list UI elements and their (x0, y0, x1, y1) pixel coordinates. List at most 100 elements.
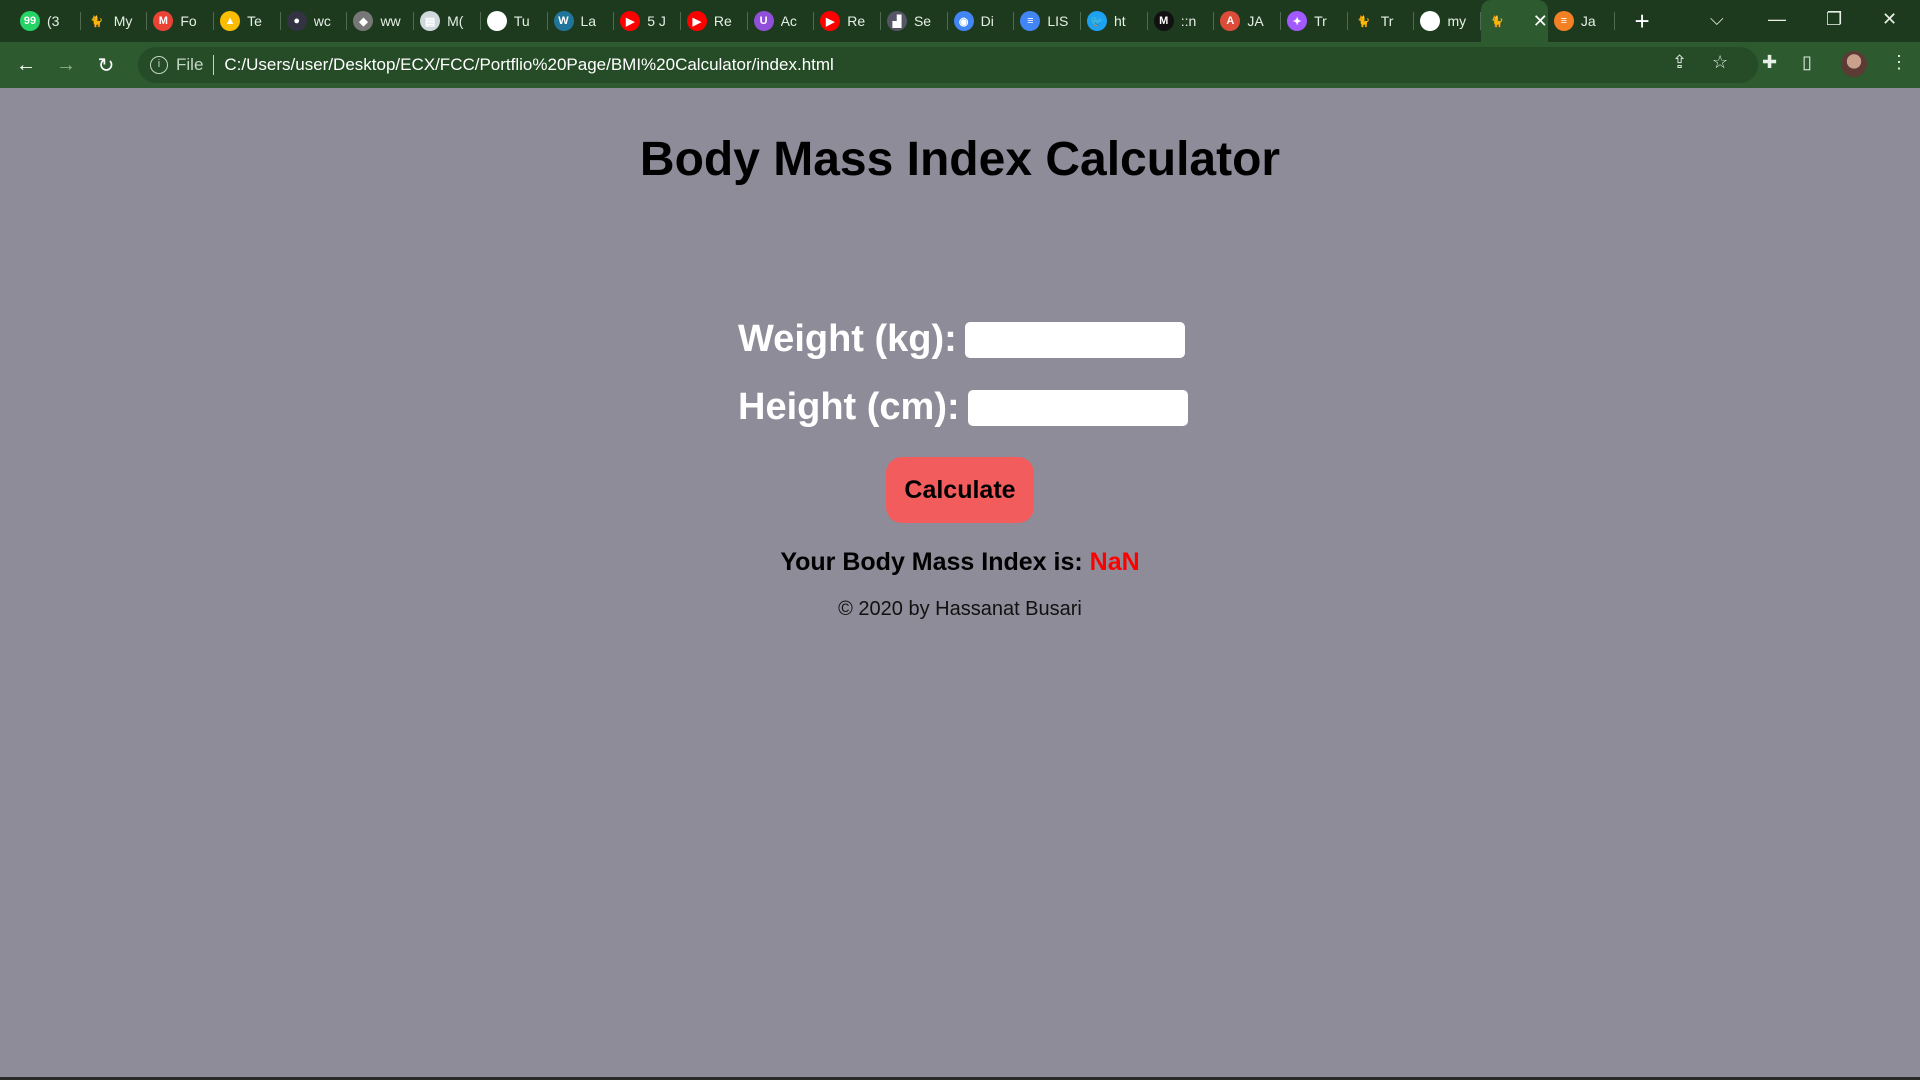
weight-label: Weight (kg): (738, 318, 957, 360)
tab[interactable]: ✦ Tr (1281, 0, 1348, 42)
tab-label: Tr (1314, 13, 1327, 29)
twitter-icon: 🐦 (1087, 11, 1107, 31)
menu-icon[interactable]: ⋮ (1890, 52, 1908, 73)
extensions-icon[interactable]: ✚ (1762, 52, 1777, 73)
divider (213, 55, 215, 75)
tab-label: Se (913, 13, 932, 29)
tab-label: Re (847, 13, 866, 29)
result-value: NaN (1089, 548, 1140, 576)
figma-grey-icon: ◆ (353, 11, 374, 31)
url-text[interactable]: C:/Users/user/Desktop/ECX/FCC/Portflio%2… (224, 55, 833, 75)
forward-button[interactable]: → (46, 54, 86, 77)
youtube-icon: ▶ (820, 11, 841, 31)
weight-row: Weight (kg): (738, 318, 1185, 361)
angular-icon: A (1220, 11, 1241, 31)
info-icon[interactable]: i (150, 56, 168, 74)
medium-icon: M (1153, 11, 1174, 31)
cat-icon: 🐈 (86, 11, 107, 31)
udemy-icon: U (753, 11, 774, 31)
google-drive-icon: ▲ (220, 11, 241, 31)
document-icon: ▤ (420, 11, 441, 31)
tab-label: Ac (780, 13, 797, 29)
tab-label: ht (1114, 13, 1126, 29)
tab[interactable]: ≡ Ja (1548, 0, 1615, 42)
tab-strip: 99 (3 🐈 My M Fo ▲ Te ● wc ◆ ww ▤ M(◍ Tu W La ▶ 5 J ▶ Re U Ac ▶ R… (0, 0, 1920, 42)
chart-icon: ▟ (886, 11, 907, 31)
tab[interactable]: ◉ Di (948, 0, 1015, 42)
github-icon: ● (1420, 11, 1441, 31)
stackoverflow-icon: ≡ (1553, 11, 1574, 31)
profile-avatar[interactable] (1841, 51, 1867, 77)
tab[interactable]: ▤ M( (414, 0, 481, 42)
tab[interactable]: ▟ Se (881, 0, 948, 42)
weight-input[interactable] (964, 321, 1185, 358)
cat-icon: 🐈 (1353, 11, 1374, 31)
tab[interactable]: 99 (3 (14, 0, 81, 42)
copyright: © 2020 by Hassanat Busari (838, 598, 1082, 620)
tab[interactable]: M Fo (147, 0, 214, 42)
tab-label: Tr (1380, 13, 1394, 29)
tab[interactable]: 🐦 ht (1081, 0, 1148, 42)
tab[interactable]: ▲ Te (214, 0, 281, 42)
tab-label: Ja (1580, 13, 1596, 29)
tab[interactable]: 🐈 My (81, 0, 148, 42)
address-bar[interactable]: i File C:/Users/user/Desktop/ECX/FCC/Por… (138, 47, 1758, 83)
tab[interactable]: M::n (1148, 0, 1215, 42)
tab[interactable]: ▶ Re (681, 0, 748, 42)
back-button[interactable]: ← (6, 54, 46, 77)
tab[interactable]: ◆ ww (347, 0, 414, 42)
wordpress-icon: W (553, 11, 574, 31)
tab[interactable]: A JA (1214, 0, 1281, 42)
tab-label: La (580, 13, 597, 29)
close-window-button[interactable]: ✕ (1882, 0, 1897, 38)
chrome-icon: ◉ (953, 11, 974, 31)
browser-toolbar: ← → ↻ i File C:/Users/user/Desktop/ECX/F… (0, 42, 1920, 88)
new-tab-button[interactable]: + (1635, 6, 1650, 37)
gmail-icon: M (153, 11, 174, 31)
bmi-result: Your Body Mass Index is: NaN (0, 548, 1920, 577)
height-input[interactable] (967, 389, 1188, 426)
tab-label: Di (980, 13, 994, 29)
tab-label: 5 J (647, 13, 666, 29)
tab[interactable]: 🐈 Tr (1348, 0, 1415, 42)
tab-label: Fo (180, 13, 197, 29)
tab[interactable]: ● wc (281, 0, 348, 42)
youtube-icon: ▶ (620, 11, 641, 31)
result-label: Your Body Mass Index is: (780, 548, 1083, 576)
tab[interactable]: ▶ Re (814, 0, 881, 42)
side-panel-icon[interactable]: ▯ (1802, 52, 1812, 73)
tab[interactable]: U Ac (748, 0, 815, 42)
bookmark-star-icon[interactable]: ☆ (1712, 52, 1728, 73)
tab-label: (3 (47, 13, 60, 29)
tab-label: ww (380, 13, 401, 29)
globe-icon: ◍ (486, 11, 507, 31)
share-icon[interactable]: ⇪ (1672, 52, 1687, 73)
tab-label: Re (713, 13, 732, 29)
avatar-icon: ● (286, 11, 307, 31)
tab[interactable]: ▶ 5 J (614, 0, 681, 42)
scheme-label: File (176, 55, 204, 74)
tab-label: Te (247, 13, 262, 29)
tab-label: JA (1247, 13, 1264, 29)
tab[interactable]: W La (548, 0, 615, 42)
calculate-button[interactable]: Calculate (886, 457, 1034, 523)
reload-button[interactable]: ↻ (86, 53, 126, 78)
google-docs-icon: ≡ (1020, 11, 1041, 31)
tab-active[interactable]: 🐈 ✕ (1481, 0, 1548, 42)
restore-button[interactable]: ❐ (1826, 0, 1842, 38)
tab-label: ::n (1180, 13, 1197, 29)
tab[interactable]: ● my (1414, 0, 1481, 42)
tab-search-icon[interactable]: ⌵ (1710, 0, 1724, 38)
cat-icon: 🐈 (1487, 11, 1508, 31)
minimize-button[interactable]: — (1768, 0, 1786, 38)
tab-label: My (113, 13, 133, 29)
tab-label: M( (447, 13, 464, 29)
close-tab-icon[interactable]: ✕ (1533, 11, 1548, 32)
tab[interactable]: ≡ LIS (1014, 0, 1081, 42)
tab[interactable]: ◍ Tu (481, 0, 548, 42)
tab-label: my (1447, 13, 1467, 29)
whatsapp-icon: 99 (20, 11, 40, 31)
tab-label: wc (313, 13, 331, 29)
height-row: Height (cm): (738, 386, 1188, 429)
figma-icon: ✦ (1287, 11, 1308, 31)
